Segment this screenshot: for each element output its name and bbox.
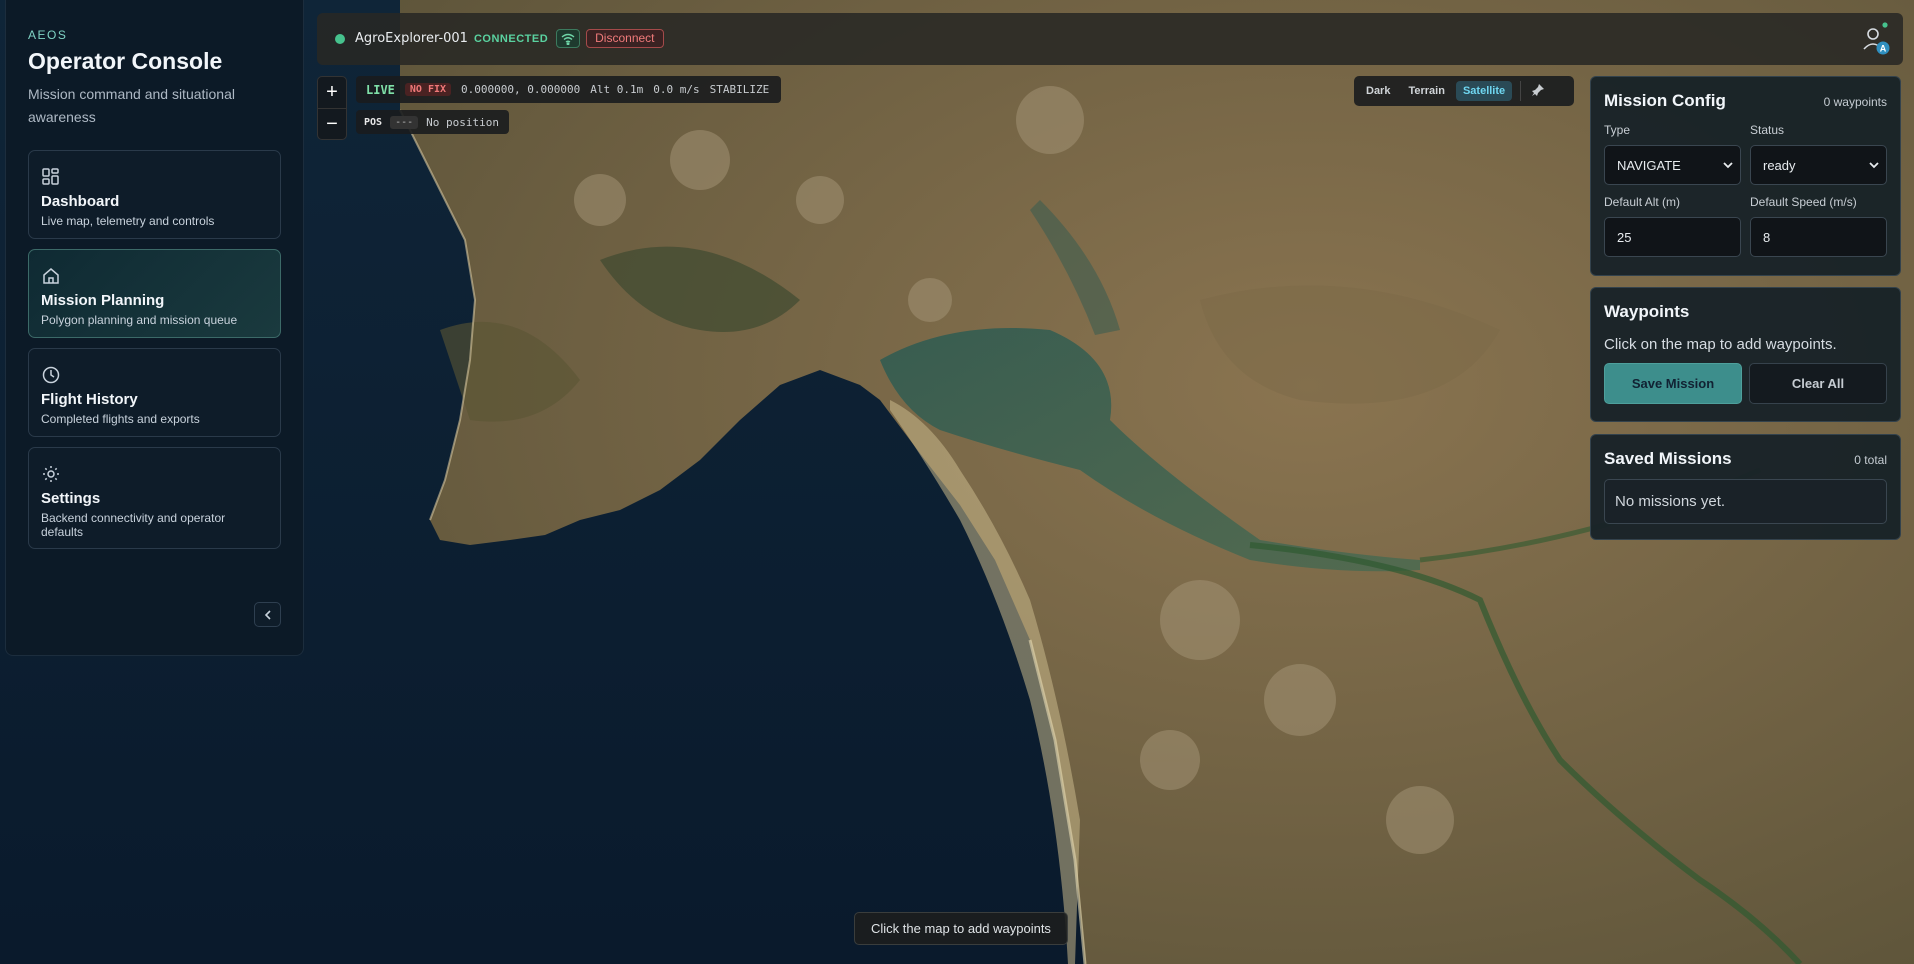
default-alt-label: Default Alt (m) [1604,195,1681,209]
sidebar-item-flight-history[interactable]: Flight History Completed flights and exp… [28,348,281,437]
coordinates: 0.000000, 0.000000 [461,83,581,96]
default-speed-input[interactable]: 8 [1750,217,1887,257]
waypoints-panel: Waypoints Click on the map to add waypoi… [1590,287,1901,422]
zoom-control: + − [317,76,347,140]
chevron-left-icon [264,609,271,620]
save-mission-button[interactable]: Save Mission [1604,363,1742,404]
waypoint-count: 0 waypoints [1823,95,1887,109]
vehicle-name: AgroExplorer-001 [355,31,468,46]
map-hint: Click the map to add waypoints [854,912,1068,945]
default-alt-input[interactable]: 25 [1604,217,1741,257]
position-bar: POS --- No position [356,110,509,134]
missions-count: 0 total [1854,453,1887,467]
type-value: NAVIGATE [1617,157,1681,173]
chevron-down-icon [1723,162,1733,169]
sidebar-item-dashboard[interactable]: Dashboard Live map, telemetry and contro… [28,150,281,239]
chevron-down-icon [1869,162,1879,169]
status-label: Status [1750,123,1785,137]
zoom-in-button[interactable]: + [318,77,346,108]
position-value: --- [390,115,419,129]
mission-config-panel: Mission Config 0 waypoints Type NAVIGATE… [1590,76,1901,276]
sidebar-item-label: Mission Planning [41,292,165,309]
panel-title: Waypoints [1604,302,1690,321]
sidebar-nav: Dashboard Live map, telemetry and contro… [28,150,281,549]
gps-fix-badge: NO FIX [404,83,452,96]
map-style-switcher: Dark Terrain Satellite [1354,76,1574,106]
sidebar-item-settings[interactable]: Settings Backend connectivity and operat… [28,447,281,549]
connection-status: AgroExplorer-001 CONNECTED Disconnect [335,29,664,48]
top-bar: AgroExplorer-001 CONNECTED Disconnect A [317,13,1903,65]
status-select[interactable]: ready [1750,145,1887,185]
sidebar-item-desc: Backend connectivity and operator defaul… [41,511,226,539]
sidebar-item-mission-planning[interactable]: Mission Planning Polygon planning and mi… [28,249,281,338]
home-icon [43,268,59,284]
pin-button[interactable] [1525,79,1551,104]
missions-empty-state: No missions yet. [1604,479,1887,524]
wifi-button[interactable] [556,29,581,48]
map-style-satellite[interactable]: Satellite [1455,81,1513,101]
panel-title: Mission Config [1604,91,1726,110]
avatar-initial: A [1880,44,1887,54]
flight-mode: STABILIZE [709,83,770,96]
speed: 0.0 m/s [653,83,700,96]
collapse-sidebar-button[interactable] [254,602,281,627]
sidebar: AEOS Operator Console Mission command an… [5,0,304,656]
live-indicator: LIVE [366,82,395,97]
map-style-dark[interactable]: Dark [1359,81,1397,101]
grid-icon [42,168,59,185]
map-style-terrain[interactable]: Terrain [1401,81,1451,101]
sidebar-item-label: Settings [41,490,101,507]
page-subtitle: Mission command and situational awarenes… [28,86,235,125]
type-label: Type [1604,123,1631,137]
status-value: ready [1763,157,1796,173]
user-icon: A [1863,22,1890,55]
altitude: Alt 0.1m [590,83,644,96]
saved-missions-panel: Saved Missions 0 total No missions yet. [1590,434,1901,540]
panel-title: Saved Missions [1604,449,1732,468]
brand-label: AEOS [28,28,68,42]
clock-icon [42,366,60,384]
clear-all-button[interactable]: Clear All [1749,363,1887,404]
position-text: No position [426,115,499,129]
sidebar-item-desc: Polygon planning and mission queue [41,313,238,327]
avatar[interactable]: A [1857,21,1893,57]
sidebar-item-label: Flight History [41,391,138,408]
default-speed-label: Default Speed (m/s) [1750,195,1857,209]
sidebar-item-desc: Live map, telemetry and controls [41,214,215,228]
pin-icon [1532,83,1545,96]
sidebar-item-desc: Completed flights and exports [41,412,200,426]
divider [1520,81,1522,101]
wifi-icon [561,33,575,45]
connection-badge: CONNECTED [473,32,549,45]
waypoints-hint: Click on the map to add waypoints. [1604,336,1837,353]
page-title: Operator Console [28,48,223,74]
disconnect-button[interactable]: Disconnect [586,29,664,48]
status-dot-icon [335,33,345,44]
sun-icon [43,466,59,482]
telemetry-bar: LIVE NO FIX 0.000000, 0.000000 Alt 0.1m … [356,76,782,103]
zoom-out-button[interactable]: − [318,108,346,139]
position-label: POS [364,116,383,128]
type-select[interactable]: NAVIGATE [1604,145,1741,185]
sidebar-item-label: Dashboard [41,193,120,210]
